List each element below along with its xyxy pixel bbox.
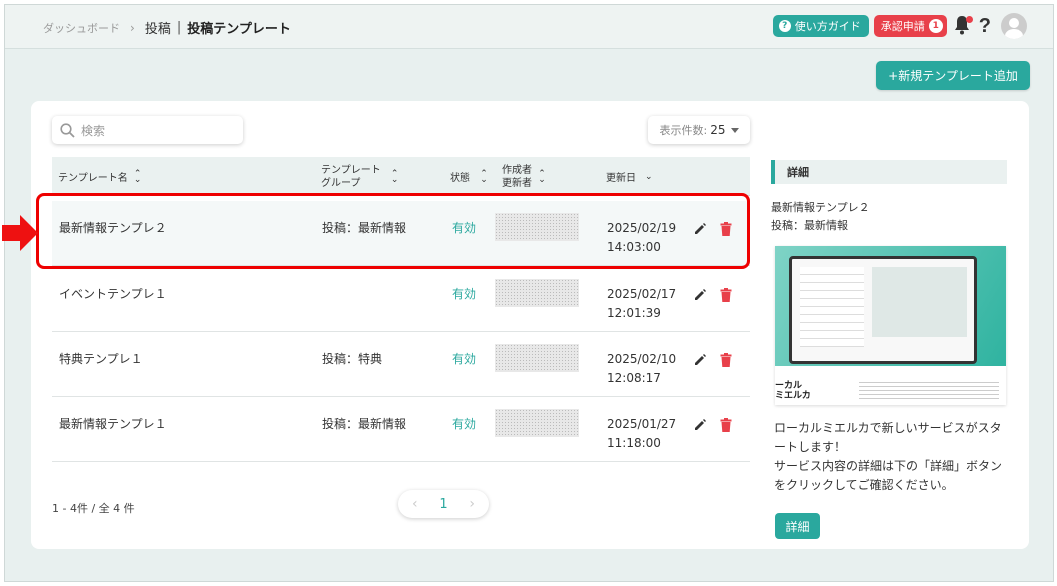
row-updated: 2025/02/10 12:08:17: [607, 352, 677, 385]
trash-icon[interactable]: [720, 353, 732, 367]
pencil-icon[interactable]: [693, 353, 707, 367]
guide-button-label: 使い方ガイド: [794, 20, 861, 33]
row-updated: 2025/01/27 11:18:00: [607, 417, 677, 450]
column-label: 作成者 更新者: [502, 164, 532, 189]
sort-icon: ⌃ ⌄: [390, 168, 399, 185]
breadcrumb-dashboard[interactable]: ダッシュボード: [43, 20, 120, 36]
avatar[interactable]: [1001, 13, 1027, 39]
question-icon: ?: [778, 20, 791, 32]
approval-request-label: 承認申請: [880, 20, 925, 33]
trash-icon[interactable]: [720, 418, 732, 432]
top-bar: ダッシュボード › 投稿 | 投稿テンプレート ? 使い方ガイド 承認申請 1 …: [5, 5, 1053, 49]
author-image: [495, 409, 579, 437]
result-count: 1 - 4件 / 全 4 件: [52, 502, 135, 515]
table-row[interactable]: 特典テンプレ１ 投稿：特典 有効 2025/02/10 12:08:17: [52, 332, 750, 397]
search-icon: [60, 122, 75, 138]
page-title: 投稿テンプレート: [187, 22, 291, 37]
breadcrumb-section[interactable]: 投稿: [145, 18, 171, 37]
row-status: 有効: [452, 417, 477, 431]
pagination: ‹ 1 ›: [398, 490, 489, 518]
column-label: テンプレート名: [58, 173, 128, 184]
search-input[interactable]: 検索: [52, 116, 243, 144]
pencil-icon[interactable]: [693, 418, 707, 432]
approval-count-badge: 1: [928, 19, 943, 33]
help-icon[interactable]: ?: [979, 15, 991, 38]
row-status: 有効: [452, 287, 477, 301]
selected-row-highlight: [36, 193, 750, 269]
column-label: テンプレート グループ: [321, 164, 381, 189]
approval-request-button[interactable]: 承認申請 1: [873, 15, 947, 37]
sort-icon: ⌃ ⌄: [538, 168, 546, 185]
add-template-button[interactable]: +新規テンプレート追加: [876, 61, 1030, 90]
chevron-left-icon[interactable]: ‹: [412, 496, 418, 512]
row-name: イベントテンプレ１: [59, 287, 167, 301]
preview-text-lines: [859, 379, 999, 401]
row-updated: 2025/02/17 12:01:39: [607, 287, 677, 320]
table-header: テンプレート名 ⌃ ⌄ テンプレート グループ ⌃ ⌄ 状態 ⌃ ⌄ 作成者 更新者 ⌃ ⌄…: [52, 157, 750, 196]
caret-down-icon: [730, 127, 739, 133]
row-group: 投稿：最新情報: [322, 417, 407, 431]
detail-heading: 詳細: [771, 160, 1007, 184]
detail-template-group: 投稿：最新情報: [771, 219, 848, 232]
preview-brand: ーカル ミエルカ: [775, 381, 811, 401]
notification-dot: [965, 16, 973, 23]
per-page-select[interactable]: 表示件数: 25: [648, 116, 750, 144]
author-image: [495, 279, 579, 307]
table-row[interactable]: イベントテンプレ１ 有効 2025/02/17 12:01:39: [52, 267, 750, 332]
column-label: 更新日: [606, 173, 636, 184]
preview-map: [872, 267, 967, 337]
trash-icon[interactable]: [720, 288, 732, 302]
column-header-group[interactable]: テンプレート グループ ⌃ ⌄: [321, 157, 399, 196]
row-name: 最新情報テンプレ１: [59, 417, 167, 431]
row-status: 有効: [452, 352, 477, 366]
per-page-value: 25: [710, 123, 726, 137]
column-header-author[interactable]: 作成者 更新者 ⌃ ⌄: [502, 157, 546, 196]
detail-template-name: 最新情報テンプレ２: [771, 201, 870, 214]
template-list-card: 検索 表示件数: 25 テンプレート名 ⌃ ⌄ テンプレート グループ ⌃ ⌄ 状態 …: [31, 101, 1029, 549]
guide-button[interactable]: ? 使い方ガイド: [772, 15, 869, 37]
column-header-updated[interactable]: 更新日 ⌄: [606, 157, 653, 196]
bell-icon[interactable]: [953, 15, 973, 37]
author-image: [495, 344, 579, 372]
column-header-status[interactable]: 状態 ⌃ ⌄: [450, 157, 488, 196]
search-placeholder: 検索: [81, 123, 106, 138]
per-page-label: 表示件数:: [659, 124, 708, 137]
row-group: 投稿：特典: [322, 352, 383, 366]
chevron-down-icon: ⌄: [645, 171, 653, 182]
chevron-right-icon[interactable]: ›: [469, 496, 475, 512]
table-row[interactable]: 最新情報テンプレ１ 投稿：最新情報 有効 2025/01/27 11:18:00: [52, 397, 750, 462]
page-number[interactable]: 1: [439, 497, 447, 512]
detail-preview-image: ーカル ミエルカ: [775, 246, 1006, 405]
column-label: 状態: [450, 173, 470, 184]
sort-icon: ⌃ ⌄: [133, 168, 142, 185]
app-frame: ダッシュボード › 投稿 | 投稿テンプレート ? 使い方ガイド 承認申請 1 …: [4, 4, 1054, 582]
breadcrumb: ダッシュボード › 投稿 | 投稿テンプレート: [43, 18, 291, 37]
column-header-name[interactable]: テンプレート名 ⌃ ⌄: [58, 157, 142, 196]
chevron-right-icon: ›: [130, 20, 135, 35]
detail-description: ローカルミエルカで新しいサービスがスタートします！ サービス内容の詳細は下の「詳細…: [774, 421, 1003, 492]
preview-list: [800, 267, 864, 347]
sort-icon: ⌃ ⌄: [480, 168, 488, 185]
arrow-right-icon: [2, 215, 38, 251]
preview-screen: [789, 256, 977, 364]
row-name: 特典テンプレ１: [59, 352, 143, 366]
pencil-icon[interactable]: [693, 288, 707, 302]
breadcrumb-divider: |: [176, 20, 182, 35]
detail-button[interactable]: 詳細: [775, 513, 820, 539]
